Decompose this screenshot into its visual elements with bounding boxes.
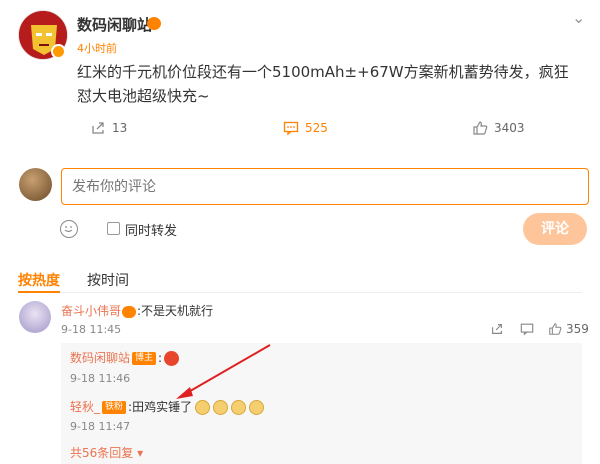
annotation-arrow xyxy=(176,344,271,399)
